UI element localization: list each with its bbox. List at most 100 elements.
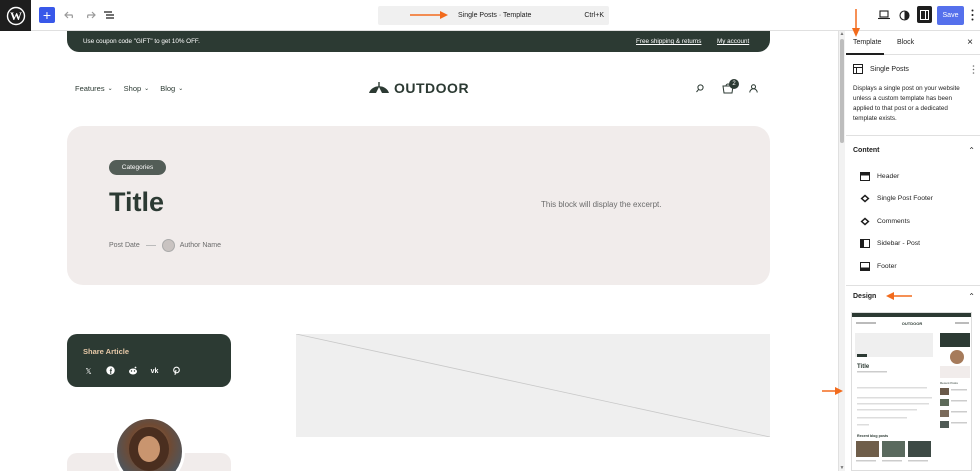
content-item-label: Single Post Footer <box>877 194 933 202</box>
content-item-footer[interactable]: Footer <box>860 261 897 271</box>
preview-recent-posts: Recent Posts <box>940 381 958 385</box>
template-header: Single Posts <box>853 64 975 74</box>
document-overview-icon[interactable] <box>102 8 116 22</box>
content-item-header[interactable]: Header <box>860 171 899 181</box>
nav-item-blog[interactable]: Blog ⌄ <box>160 84 183 93</box>
preview-title: Title <box>857 364 870 370</box>
tent-logo-icon <box>369 82 389 93</box>
search-icon[interactable] <box>696 84 704 93</box>
post-title[interactable]: Title <box>109 187 164 218</box>
diamond-pattern-icon <box>860 193 870 203</box>
content-section-toggle[interactable]: Content ⌃ <box>853 146 975 155</box>
template-description: Displays a single post on your website u… <box>853 85 960 122</box>
template-layout-icon <box>853 64 863 74</box>
content-heading: Content <box>853 147 880 154</box>
share-article-card: Share Article 𝕏 f vk <box>67 334 231 387</box>
tab-active-indicator <box>846 53 884 55</box>
promo-banner: Use coupon code "GIFT" to get 10% OFF. F… <box>67 31 770 52</box>
command-shortcut: Ctrl+K <box>584 12 604 19</box>
section-divider <box>846 285 980 286</box>
post-meta: Post Date Author Name <box>109 239 221 252</box>
chevron-up-icon: ⌃ <box>968 292 975 301</box>
undo-icon[interactable] <box>63 8 77 22</box>
template-design-preview[interactable]: OUTDOOR Title Recent Posts Recent blog p… <box>851 312 972 471</box>
template-options-kebab-icon[interactable] <box>972 64 975 74</box>
content-item-single-post-footer[interactable]: Single Post Footer <box>860 193 933 203</box>
redo-icon[interactable] <box>83 8 97 22</box>
category-badge[interactable]: Categories <box>109 160 166 175</box>
chevron-up-icon: ⌃ <box>968 146 975 155</box>
command-title: Single Posts · Template <box>458 12 532 19</box>
annotation-arrow-icon <box>410 11 448 19</box>
header-part-icon <box>860 171 870 181</box>
design-heading: Design <box>853 293 877 300</box>
wordpress-logo-icon[interactable]: W <box>0 0 31 31</box>
nav-item-label: Blog <box>160 84 176 93</box>
chevron-down-icon: ⌄ <box>178 86 184 92</box>
nav-item-shop[interactable]: Shop ⌄ <box>124 84 150 93</box>
annotation-arrow-icon <box>886 292 912 300</box>
annotation-arrow-icon <box>852 9 860 37</box>
facebook-icon[interactable]: f <box>105 366 116 377</box>
preview-logo: OUTDOOR <box>902 321 923 326</box>
device-preview-icon[interactable] <box>877 8 891 22</box>
x-twitter-icon[interactable]: 𝕏 <box>83 366 94 377</box>
promo-text: Use coupon code "GIFT" to get 10% OFF. <box>83 38 200 45</box>
nav-item-label: Shop <box>123 84 142 93</box>
content-item-comments[interactable]: Comments <box>860 216 910 226</box>
author-name[interactable]: Author Name <box>180 242 221 249</box>
scroll-down-icon[interactable]: ▼ <box>839 465 845 471</box>
diamond-pattern-icon <box>860 216 870 226</box>
editor-toolbar: W + Single Posts · Template Ctrl+K Save <box>0 0 980 31</box>
add-block-button[interactable]: + <box>39 7 55 23</box>
sidebar-part-icon <box>860 238 870 248</box>
style-contrast-icon[interactable] <box>897 8 911 22</box>
author-photo <box>114 416 185 471</box>
author-avatar <box>161 239 175 252</box>
post-hero[interactable]: Categories Title Post Date Author Name T… <box>67 126 770 285</box>
reddit-icon[interactable] <box>127 366 138 377</box>
scroll-up-icon[interactable]: ▲ <box>839 31 845 37</box>
template-name: Single Posts <box>870 65 909 73</box>
settings-sidebar-toggle-icon[interactable] <box>917 6 932 23</box>
meta-divider <box>145 245 156 246</box>
user-account-icon[interactable] <box>749 84 758 93</box>
content-item-label: Comments <box>877 217 910 225</box>
share-title: Share Article <box>83 347 129 356</box>
settings-sidebar: ▲ ▼ Template Block × Single Posts Displa… <box>838 9 980 471</box>
site-editor: W + Single Posts · Template Ctrl+K Save … <box>0 0 980 471</box>
post-date: Post Date <box>109 242 140 249</box>
preview-recent-heading: Recent blog posts <box>857 434 888 438</box>
main-navigation: Features ⌄ Shop ⌄ Blog ⌄ <box>75 84 194 93</box>
nav-item-label: Features <box>75 84 105 93</box>
site-logo[interactable]: OUTDOOR <box>367 80 469 96</box>
featured-image-placeholder[interactable] <box>296 334 770 437</box>
chevron-down-icon: ⌄ <box>144 86 150 92</box>
chevron-down-icon: ⌄ <box>107 86 113 92</box>
content-item-label: Header <box>877 172 900 180</box>
nav-item-features[interactable]: Features ⌄ <box>75 84 113 93</box>
footer-part-icon <box>860 261 870 271</box>
tab-template[interactable]: Template <box>853 39 881 46</box>
annotation-arrow-icon <box>822 387 843 395</box>
logo-text: OUTDOOR <box>394 80 470 96</box>
design-section-toggle[interactable]: Design ⌃ <box>853 292 975 301</box>
close-icon[interactable]: × <box>967 37 973 48</box>
vk-icon[interactable]: vk <box>149 366 160 377</box>
canvas-scrollbar[interactable]: ▲ ▼ <box>839 31 845 471</box>
share-icons: 𝕏 f vk <box>83 366 193 377</box>
post-excerpt[interactable]: This block will display the excerpt. <box>541 200 662 209</box>
section-divider <box>846 135 980 136</box>
pinterest-icon[interactable] <box>171 366 182 377</box>
sidebar-tabs: Template Block × <box>846 31 980 55</box>
content-item-sidebar-post[interactable]: Sidebar - Post <box>860 238 920 248</box>
scrollbar-thumb[interactable] <box>840 39 844 143</box>
free-shipping-link[interactable]: Free shipping & returns <box>636 38 701 45</box>
save-button[interactable]: Save <box>937 6 964 25</box>
options-kebab-icon[interactable] <box>971 9 974 21</box>
editor-canvas[interactable]: Use coupon code "GIFT" to get 10% OFF. F… <box>0 31 838 471</box>
my-account-link[interactable]: My account <box>717 38 749 45</box>
tab-block[interactable]: Block <box>897 39 914 46</box>
content-item-label: Sidebar - Post <box>877 239 921 247</box>
svg-text:W: W <box>10 9 22 23</box>
